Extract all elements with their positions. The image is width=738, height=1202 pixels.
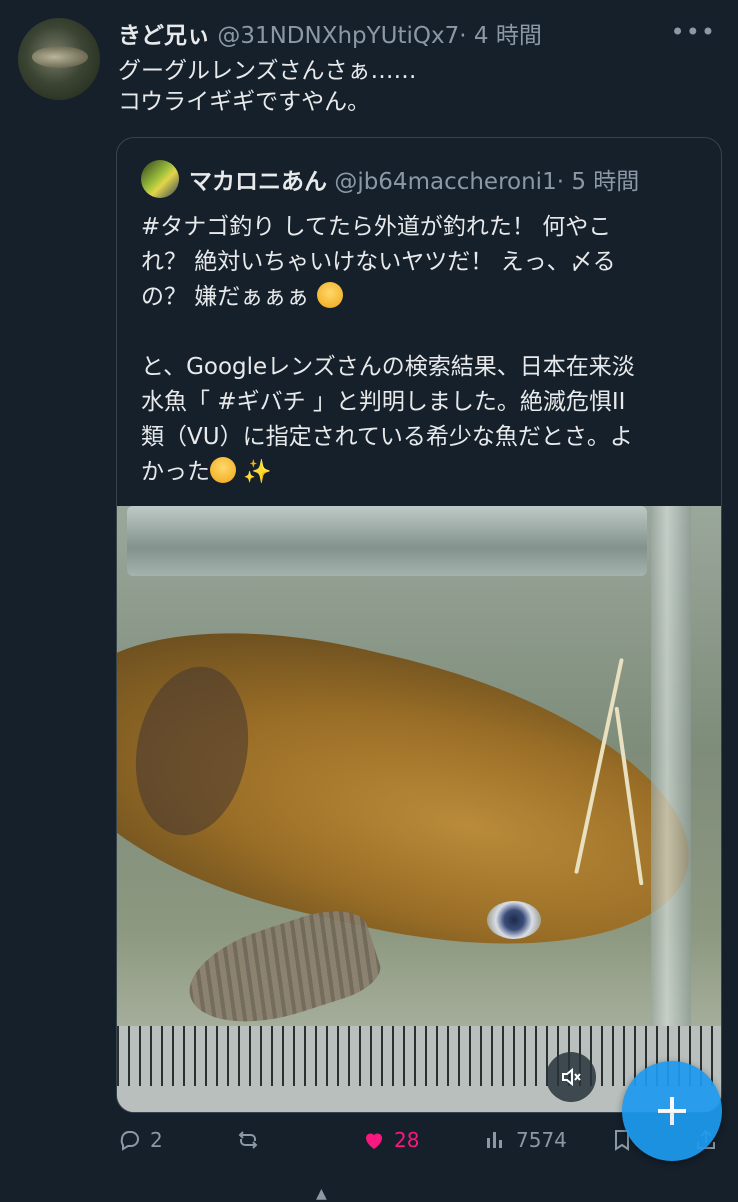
retweet-icon xyxy=(238,1131,258,1149)
separator-dot: · xyxy=(556,169,565,195)
photo-glass-edge xyxy=(651,506,691,1112)
photo-container-lid xyxy=(127,506,647,576)
tweet-text: グーグルレンズさんさぁ…… コウライギギですやん。 xyxy=(118,56,417,118)
separator-dot: · xyxy=(459,23,467,49)
bottom-bar: ▲ xyxy=(0,1176,738,1202)
bottom-indicator-icon: ▲ xyxy=(316,1186,327,1202)
views-bar-icon xyxy=(487,1132,502,1148)
photo-fish-eye xyxy=(487,901,541,939)
reply-count: 2 xyxy=(150,1128,163,1152)
tweet-text-line: コウライギギですやん。 xyxy=(118,89,371,115)
photo-fish-fin xyxy=(177,898,387,1044)
quoted-author-name: マカロニあん xyxy=(189,169,327,195)
reply-button[interactable]: 2 xyxy=(118,1128,163,1152)
quoted-text-span: かった xyxy=(141,459,210,485)
reply-icon xyxy=(120,1131,139,1151)
quoted-tweet-time: 5 時間 xyxy=(571,169,640,195)
quoted-author-avatar xyxy=(141,160,179,198)
tweet-text-line: グーグルレンズさんさぁ…… xyxy=(118,58,417,84)
quoted-tweet-text: #タナゴ釣り してたら外道が釣れた！ 何やこ れ？ 絶対いちゃいけないヤツだ！ … xyxy=(141,210,701,490)
mute-icon[interactable] xyxy=(546,1052,596,1102)
quoted-tweet-header: マカロニあん @jb64maccheroni1· 5 時間 xyxy=(189,162,639,196)
quoted-text-line: れ？ 絶対いちゃいけないヤツだ！ えっ、〆る xyxy=(141,249,616,275)
views-button[interactable]: 7574 xyxy=(484,1128,567,1152)
quoted-text-span: の？ 嫌だぁぁぁ xyxy=(141,284,310,310)
tweet-time[interactable]: 4 時間 xyxy=(474,23,542,49)
tweet-header: きど兄ぃ @31NDNXhpYUtiQx7· 4 時間 xyxy=(118,16,542,50)
sparkles-emoji-icon: ✨ xyxy=(243,459,272,485)
compose-post-button[interactable] xyxy=(622,1061,722,1161)
retweet-button[interactable] xyxy=(236,1128,260,1152)
author-handle[interactable]: @31NDNXhpYUtiQx7 xyxy=(217,23,459,49)
more-options-icon[interactable]: ••• xyxy=(671,18,716,46)
like-count: 28 xyxy=(394,1128,420,1152)
quoted-text-line: 類（VU）に指定されている希少な魚だとさ。よ xyxy=(141,424,633,450)
heart-icon xyxy=(366,1133,382,1149)
fish-photo[interactable] xyxy=(117,506,721,1112)
author-name[interactable]: きど兄ぃ xyxy=(118,23,210,49)
quoted-text-line: かった ✨ xyxy=(141,455,701,490)
grinning-squint-emoji-icon xyxy=(210,457,236,483)
quoted-author-handle: @jb64maccheroni1 xyxy=(334,169,557,195)
quoted-text-line: 水魚「 #ギバチ 」と判明しました。絶滅危惧II xyxy=(141,389,626,415)
plus-icon xyxy=(658,1097,686,1125)
quoted-text-line: の？ 嫌だぁぁぁ xyxy=(141,280,701,315)
views-count: 7574 xyxy=(516,1128,567,1152)
tired-face-emoji-icon xyxy=(316,282,343,308)
author-avatar[interactable] xyxy=(18,18,100,100)
like-button[interactable]: 28 xyxy=(362,1128,419,1152)
quoted-text-line: #タナゴ釣り してたら外道が釣れた！ 何やこ xyxy=(141,214,612,240)
quoted-tweet[interactable]: マカロニあん @jb64maccheroni1· 5 時間 #タナゴ釣り してた… xyxy=(116,137,722,1113)
quoted-text-line: と、Googleレンズさんの検索結果、日本在来淡 xyxy=(141,354,635,380)
